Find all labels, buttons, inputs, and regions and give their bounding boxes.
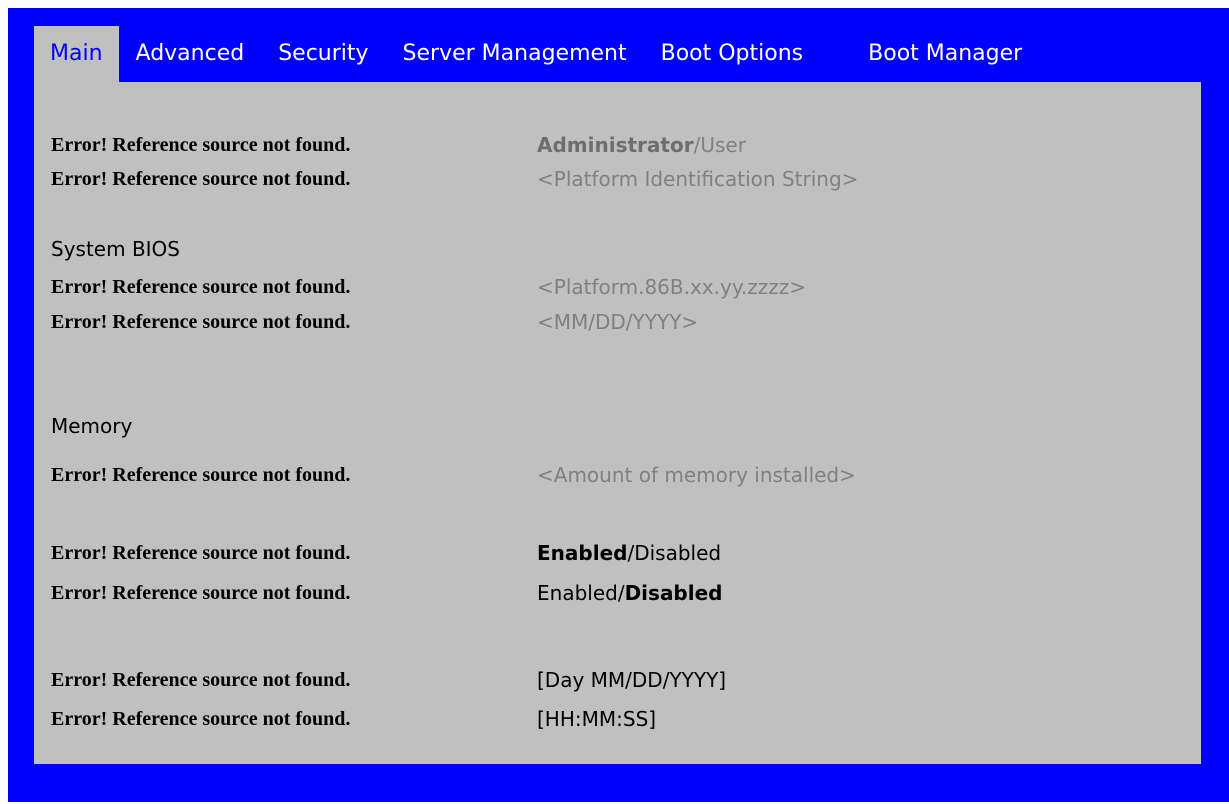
setting-label: Error! Reference source not found. xyxy=(51,168,351,190)
setting-value: Administrator/User xyxy=(537,130,746,160)
setting-value: Enabled/Disabled xyxy=(537,578,723,608)
tab-bar: Main Advanced Security Server Management… xyxy=(34,26,1039,82)
setting-value: <Platform Identification String> xyxy=(537,167,859,191)
tab-boot-manager[interactable]: Boot Manager xyxy=(834,26,1039,82)
setting-value: [Day MM/DD/YYYY] xyxy=(537,668,727,692)
setting-label: Error! Reference source not found. xyxy=(51,464,351,486)
section-heading-system-bios: System BIOS xyxy=(51,237,180,261)
tab-advanced[interactable]: Advanced xyxy=(119,26,262,82)
value-selected: Administrator xyxy=(537,133,694,157)
main-panel: Error! Reference source not found. Admin… xyxy=(34,82,1201,764)
option-enabled: Enabled xyxy=(537,541,628,565)
tab-server-management[interactable]: Server Management xyxy=(386,26,644,82)
tab-main[interactable]: Main xyxy=(34,26,119,82)
setting-value: <Platform.86B.xx.yy.zzzz> xyxy=(537,275,806,299)
tab-boot-options[interactable]: Boot Options xyxy=(644,26,835,82)
setting-value: <MM/DD/YYYY> xyxy=(537,310,699,334)
setting-value: Enabled/Disabled xyxy=(537,538,721,568)
tab-security[interactable]: Security xyxy=(261,26,385,82)
setting-label: Error! Reference source not found. xyxy=(51,542,351,564)
option-disabled: Disabled xyxy=(634,541,722,565)
setting-label: Error! Reference source not found. xyxy=(51,582,351,604)
setting-value: [HH:MM:SS] xyxy=(537,707,657,731)
setting-value: <Amount of memory installed> xyxy=(537,463,856,487)
value-other: User xyxy=(700,133,746,157)
setting-label: Error! Reference source not found. xyxy=(51,134,351,156)
value-separator: / xyxy=(617,581,625,605)
setting-label: Error! Reference source not found. xyxy=(51,669,351,691)
section-heading-memory: Memory xyxy=(51,414,133,438)
setting-label: Error! Reference source not found. xyxy=(51,708,351,730)
setting-label: Error! Reference source not found. xyxy=(51,276,351,298)
option-enabled: Enabled xyxy=(537,581,618,605)
option-disabled: Disabled xyxy=(624,581,723,605)
setting-label: Error! Reference source not found. xyxy=(51,311,351,333)
